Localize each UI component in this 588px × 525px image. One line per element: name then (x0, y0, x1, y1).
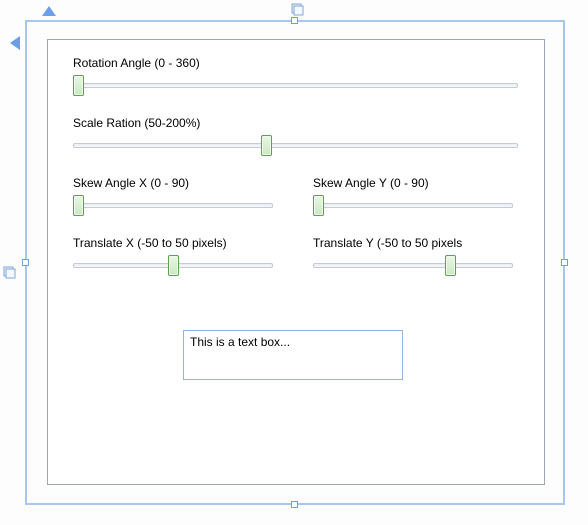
scale-label: Scale Ration (50-200%) (73, 116, 200, 130)
skew-x-label: Skew Angle X (0 - 90) (73, 176, 189, 190)
translate-y-label: Translate Y (-50 to 50 pixels (313, 236, 462, 250)
skew-x-slider[interactable] (73, 196, 273, 216)
move-glyph-top-icon (290, 2, 304, 16)
sample-textbox[interactable]: This is a text box... (183, 330, 403, 380)
selection-handle-bottom[interactable] (291, 501, 298, 508)
rotation-thumb[interactable] (73, 75, 84, 96)
skew-y-slider[interactable] (313, 196, 513, 216)
selection-handle-left[interactable] (22, 259, 29, 266)
scale-slider[interactable] (73, 136, 518, 156)
rotation-label: Rotation Angle (0 - 360) (73, 56, 200, 70)
scale-thumb[interactable] (261, 135, 272, 156)
translate-y-slider[interactable] (313, 256, 513, 276)
translate-x-slider[interactable] (73, 256, 273, 276)
skew-y-label: Skew Angle Y (0 - 90) (313, 176, 429, 190)
translate-x-thumb[interactable] (168, 255, 179, 276)
resize-arrow-up-icon[interactable] (42, 6, 56, 16)
skew-y-thumb[interactable] (313, 195, 324, 216)
translate-y-thumb[interactable] (445, 255, 456, 276)
resize-arrow-left-icon[interactable] (10, 36, 20, 50)
selection-handle-top[interactable] (291, 17, 298, 24)
move-glyph-left-icon (2, 265, 16, 279)
translate-x-label: Translate X (-50 to 50 pixels) (73, 236, 227, 250)
rotation-slider[interactable] (73, 76, 518, 96)
selection-handle-right[interactable] (561, 259, 568, 266)
transform-panel: Rotation Angle (0 - 360) Scale Ration (5… (47, 39, 545, 485)
skew-x-thumb[interactable] (73, 195, 84, 216)
